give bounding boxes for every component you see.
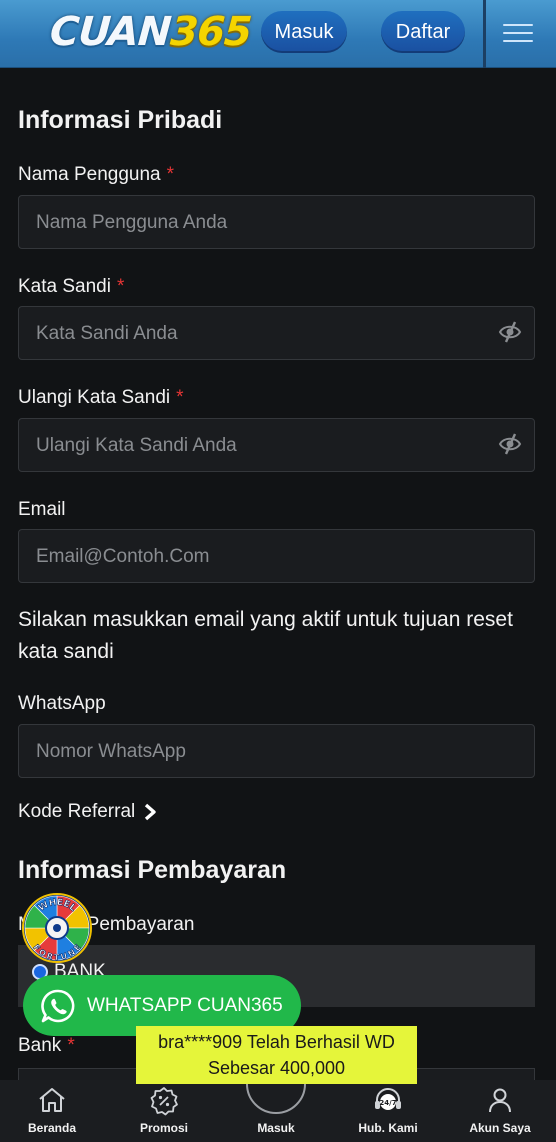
whatsapp-button-label: WHATSAPP CUAN365 [87,994,283,1016]
required-asterisk: * [166,164,175,185]
svg-text:24/7: 24/7 [379,1099,396,1107]
promo-icon [150,1087,178,1116]
whatsapp-placeholder: Nomor WhatsApp [36,741,186,762]
required-asterisk: * [67,1035,75,1056]
nav-item-promo[interactable]: Promosi [119,1080,209,1142]
nav-item-home[interactable]: Beranda [7,1080,97,1142]
wheel-of-fortune-icon[interactable]: WHEEL FORTUNE [22,893,92,963]
email-input[interactable]: Email@Contoh.Com [18,529,535,583]
nav-item-contact[interactable]: 24/7 Hub. Kami [343,1080,433,1142]
top-header: CUAN365 Masuk Daftar [0,0,556,68]
email-placeholder: Email@Contoh.Com [36,546,210,567]
chevron-right-icon [145,803,156,821]
cuan365-logo[interactable]: CUAN365 [48,8,252,56]
whatsapp-label: WhatsApp [18,693,106,714]
personal-info-title: Informasi Pribadi [18,106,223,134]
logo-text-cuan: CUAN [48,9,173,55]
confirm-password-input[interactable]: Ulangi Kata Sandi Anda [18,418,535,472]
confirm-password-label: Ulangi Kata Sandi * [18,387,184,408]
whatsapp-input[interactable]: Nomor WhatsApp [18,724,535,778]
username-placeholder: Nama Pengguna Anda [36,212,228,233]
eye-slash-icon[interactable] [498,321,522,343]
whatsapp-icon [41,989,75,1022]
email-reset-note: Silakan masukkan email yang aktif untuk … [18,608,513,663]
nav-item-account[interactable]: Akun Saya [455,1080,545,1142]
home-icon [39,1088,65,1112]
withdrawal-notification-toast: bra****909 Telah Berhasil WD Sebesar 400… [136,1026,417,1084]
password-placeholder: Kata Sandi Anda [36,323,178,344]
toast-line-2: Sebesar 400,000 [207,1058,346,1078]
support-24-7-icon: 24/7 [375,1088,401,1110]
required-asterisk: * [176,387,184,408]
login-button[interactable]: Masuk [261,11,347,53]
nav-label-login: Masuk [257,1121,295,1135]
email-label: Email [18,499,66,520]
password-input[interactable]: Kata Sandi Anda [18,306,535,360]
password-label: Kata Sandi * [18,276,125,297]
nav-label-account: Akun Saya [469,1121,531,1135]
payment-info-title: Informasi Pembayaran [18,856,287,884]
confirm-password-placeholder: Ulangi Kata Sandi Anda [36,435,237,456]
toast-line-1: bra****909 Telah Berhasil WD [158,1032,395,1052]
hamburger-menu-icon[interactable] [503,22,537,44]
referral-code-toggle[interactable]: Kode Referral [18,801,157,823]
required-asterisk: * [116,276,125,297]
username-label: Nama Pengguna * [18,164,175,185]
referral-label: Kode Referral [18,801,136,822]
logo-text-365: 365 [168,9,253,55]
nav-label-promo: Promosi [139,1121,188,1135]
eye-slash-icon[interactable] [498,433,522,455]
user-icon [489,1088,511,1113]
header-divider [483,0,486,68]
nav-label-contact: Hub. Kami [358,1121,418,1135]
nav-label-home: Beranda [27,1121,77,1135]
register-button[interactable]: Daftar [381,11,465,53]
username-input[interactable]: Nama Pengguna Anda [18,195,535,249]
bank-label: Bank * [18,1035,75,1056]
